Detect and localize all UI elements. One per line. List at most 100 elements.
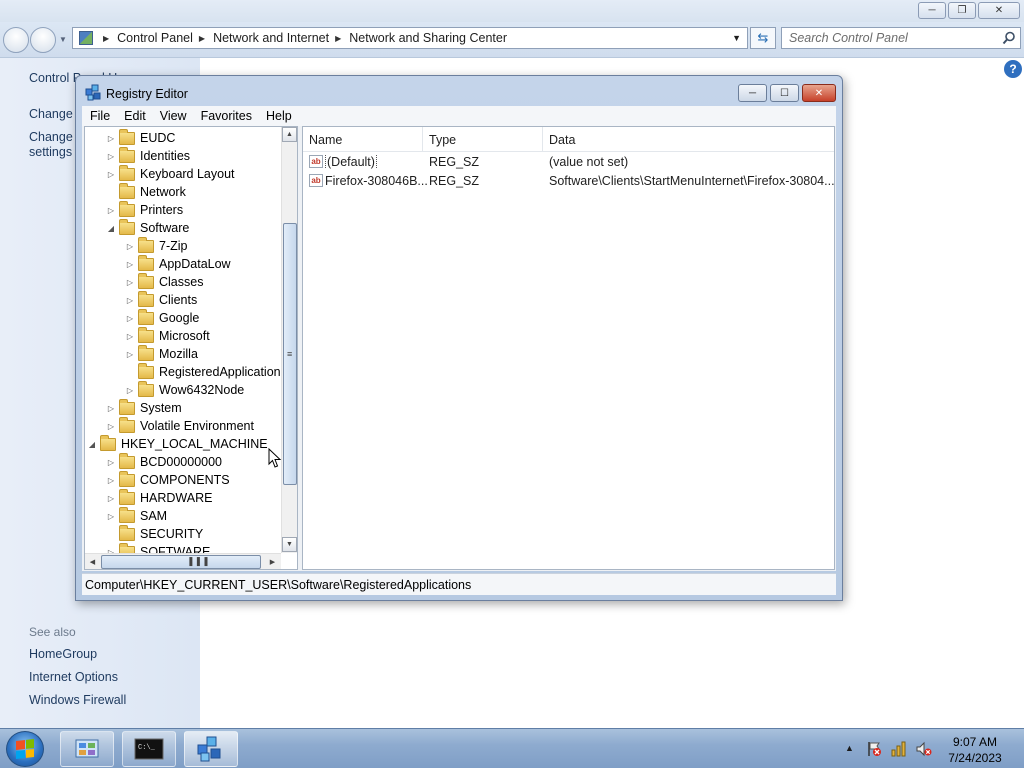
regedit-minimize-button[interactable]: ─ xyxy=(738,84,767,102)
registry-tree-pane[interactable]: ▷ EUDC ▷ Identities ▷ Keyboard Layout Network ▷… xyxy=(84,126,298,570)
menu-edit[interactable]: Edit xyxy=(116,109,152,123)
regedit-close-button[interactable]: ✕ xyxy=(802,84,836,102)
restore-button[interactable]: ❐ xyxy=(948,2,976,19)
expand-arrow-icon[interactable]: ▷ xyxy=(125,241,135,251)
tree-node[interactable]: ▷ HARDWARE xyxy=(106,488,212,507)
help-icon[interactable]: ? xyxy=(1004,60,1022,78)
tree-node[interactable]: ▷ Microsoft xyxy=(125,326,210,345)
search-icon[interactable] xyxy=(1002,31,1016,45)
registry-values-pane[interactable]: Name Type Data ab (Default) REG_SZ (valu… xyxy=(302,126,835,570)
tree-node[interactable]: ▷ Classes xyxy=(125,272,203,291)
tree-horizontal-scrollbar[interactable]: ◀ ❚❚❚ ▶ xyxy=(85,553,281,569)
registry-value-row[interactable]: ab Firefox-308046B... REG_SZ Software\Cl… xyxy=(303,171,835,190)
back-button[interactable] xyxy=(3,27,29,53)
menu-help[interactable]: Help xyxy=(258,109,298,123)
windows-firewall-link[interactable]: Windows Firewall xyxy=(29,693,126,707)
tree-node[interactable]: ◢ HKEY_LOCAL_MACHINE xyxy=(87,434,268,453)
tree-node-selected[interactable]: RegisteredApplications xyxy=(125,362,287,381)
tree-node[interactable]: ▷ 7-Zip xyxy=(125,236,187,255)
breadcrumb-control-panel[interactable]: Control Panel xyxy=(117,31,193,45)
tree-node[interactable]: ▷ Clients xyxy=(125,290,197,309)
start-button[interactable] xyxy=(6,731,44,767)
expand-arrow-icon[interactable]: ▷ xyxy=(125,313,135,323)
expand-arrow-icon[interactable]: ▷ xyxy=(106,511,116,521)
tree-node[interactable]: ▷ Mozilla xyxy=(125,344,198,363)
regedit-maximize-button[interactable]: ☐ xyxy=(770,84,799,102)
expand-arrow-icon[interactable]: ▷ xyxy=(106,493,116,503)
tree-node[interactable]: SECURITY xyxy=(106,524,203,543)
network-icon[interactable] xyxy=(891,741,907,757)
column-header-name[interactable]: Name xyxy=(303,127,423,152)
expand-arrow-icon[interactable]: ▷ xyxy=(125,259,135,269)
menu-view[interactable]: View xyxy=(152,109,193,123)
tree-vertical-scroll-thumb[interactable]: ≡ xyxy=(283,223,297,485)
tree-node[interactable]: ▷ SAM xyxy=(106,506,167,525)
system-clock[interactable]: 9:07 AM 7/24/2023 xyxy=(940,734,1010,766)
tree-node[interactable]: ▷ System xyxy=(106,398,182,417)
breadcrumb-arrow-icon[interactable]: ▶ xyxy=(335,34,341,43)
expand-arrow-icon[interactable]: ▷ xyxy=(125,385,135,395)
forward-button[interactable] xyxy=(30,27,56,53)
show-hidden-icons-icon[interactable]: ▲ xyxy=(845,743,854,753)
breadcrumb-arrow-icon[interactable]: ▶ xyxy=(103,34,109,43)
registry-value-row[interactable]: ab (Default) REG_SZ (value not set) xyxy=(303,152,834,171)
collapse-arrow-icon[interactable]: ◢ xyxy=(106,223,116,233)
expand-arrow-icon[interactable]: ▷ xyxy=(125,331,135,341)
search-input[interactable] xyxy=(782,28,992,48)
expand-arrow-icon[interactable]: ▷ xyxy=(106,205,116,215)
tree-node[interactable]: ▷ Volatile Environment xyxy=(106,416,254,435)
taskbar-control-panel-button[interactable] xyxy=(60,731,114,767)
recent-pages-dropdown-icon[interactable]: ▼ xyxy=(59,35,67,44)
refresh-button[interactable]: ⇆ xyxy=(750,27,776,49)
tree-node[interactable]: ▷ Printers xyxy=(106,200,183,219)
tree-node[interactable]: ▷ Identities xyxy=(106,146,190,165)
breadcrumb-arrow-icon[interactable]: ▶ xyxy=(199,34,205,43)
breadcrumb-network-and-internet[interactable]: Network and Internet xyxy=(213,31,329,45)
expand-arrow-icon[interactable]: ▷ xyxy=(106,403,116,413)
registry-editor-titlebar[interactable]: Registry Editor ─ ☐ ✕ xyxy=(76,76,842,106)
tree-node[interactable]: ▷ COMPONENTS xyxy=(106,470,230,489)
expand-arrow-icon[interactable]: ▷ xyxy=(106,457,116,467)
column-header-type[interactable]: Type xyxy=(423,127,543,152)
collapse-arrow-icon[interactable]: ◢ xyxy=(87,439,97,449)
change-advanced-sharing-link-line2[interactable]: settings xyxy=(29,145,72,159)
menu-favorites[interactable]: Favorites xyxy=(193,109,258,123)
minimize-button[interactable]: ─ xyxy=(918,2,946,19)
address-bar[interactable]: ▶ Control Panel ▶ Network and Internet ▶… xyxy=(72,27,748,49)
taskbar-command-prompt-button[interactable]: C:\_ xyxy=(122,731,176,767)
tree-node[interactable]: ▷ Google xyxy=(125,308,199,327)
tree-node[interactable]: ▷ Wow6432Node xyxy=(125,380,244,399)
tree-horizontal-scroll-thumb[interactable]: ❚❚❚ xyxy=(101,555,261,569)
homegroup-link[interactable]: HomeGroup xyxy=(29,647,97,661)
tree-node[interactable]: ▷ EUDC xyxy=(106,128,175,147)
scroll-down-button[interactable]: ▼ xyxy=(282,537,297,552)
scroll-up-button[interactable]: ▲ xyxy=(282,127,297,142)
internet-options-link[interactable]: Internet Options xyxy=(29,670,118,684)
expand-arrow-icon[interactable]: ▷ xyxy=(106,475,116,485)
expand-arrow-icon[interactable]: ▷ xyxy=(125,277,135,287)
scroll-right-button[interactable]: ▶ xyxy=(265,554,280,569)
expand-arrow-icon[interactable]: ▷ xyxy=(125,295,135,305)
explorer-titlebar[interactable]: ─ ❐ ✕ xyxy=(0,0,1024,22)
breadcrumb-network-and-sharing-center[interactable]: Network and Sharing Center xyxy=(349,31,507,45)
expand-arrow-icon[interactable]: ▷ xyxy=(106,169,116,179)
tree-node[interactable]: ▷ AppDataLow xyxy=(125,254,231,273)
tree-node[interactable]: ▷ BCD00000000 xyxy=(106,452,222,471)
expand-arrow-icon[interactable]: ▷ xyxy=(125,349,135,359)
scroll-left-button[interactable]: ◀ xyxy=(85,554,100,569)
column-header-data[interactable]: Data xyxy=(543,127,828,152)
close-button[interactable]: ✕ xyxy=(978,2,1020,19)
address-dropdown-icon[interactable]: ▼ xyxy=(732,33,741,43)
action-center-flag-icon[interactable] xyxy=(866,741,882,757)
taskbar: C:\_ ▲ 9:07 AM 7/24/2023 xyxy=(0,728,1024,768)
tree-node[interactable]: Network xyxy=(106,182,186,201)
volume-muted-icon[interactable] xyxy=(916,741,932,757)
expand-arrow-icon[interactable]: ▷ xyxy=(106,421,116,431)
expand-arrow-icon[interactable]: ▷ xyxy=(106,151,116,161)
tree-node[interactable]: ▷ Keyboard Layout xyxy=(106,164,235,183)
expand-arrow-icon[interactable]: ▷ xyxy=(106,133,116,143)
tree-node[interactable]: ◢ Software xyxy=(106,218,189,237)
menu-file[interactable]: File xyxy=(82,109,116,123)
taskbar-registry-editor-button[interactable] xyxy=(184,731,238,767)
tree-vertical-scrollbar[interactable]: ▲ ≡ ▼ xyxy=(281,127,297,553)
